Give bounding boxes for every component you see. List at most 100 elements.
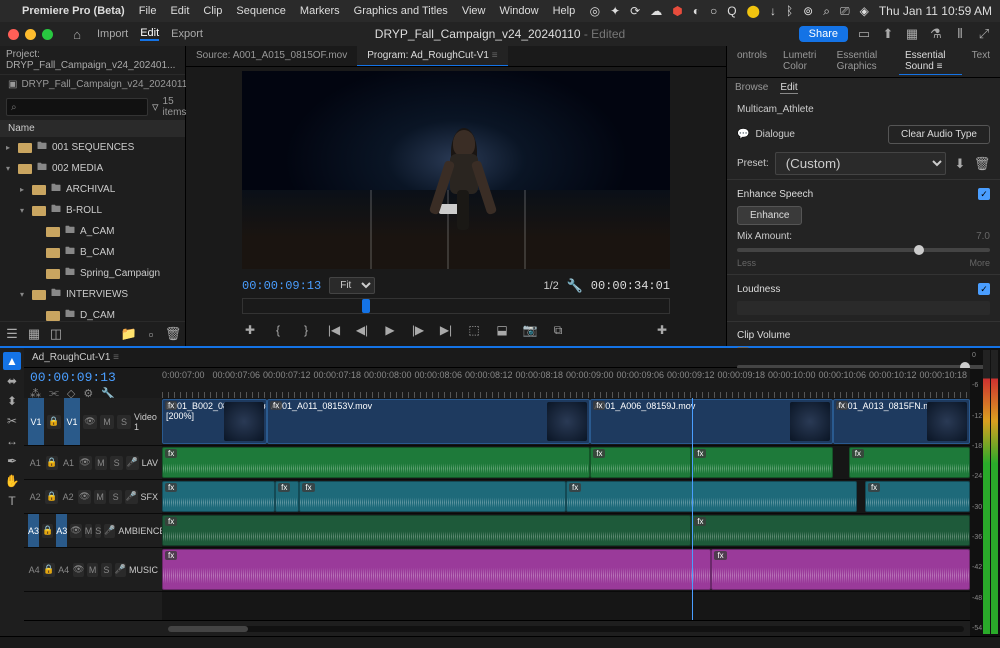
enhance-speech-toggle[interactable]: ✓ — [978, 188, 990, 200]
close-window-button[interactable] — [8, 29, 19, 40]
tab-text[interactable]: Text — [966, 48, 996, 75]
delete-preset-icon[interactable]: 🗑 — [974, 156, 990, 172]
program-timecode-in[interactable]: 00:00:09:13 — [242, 279, 321, 293]
mix-amount-slider[interactable] — [737, 248, 990, 252]
freeform-view-icon[interactable]: ◫ — [48, 326, 64, 342]
timeline-ruler[interactable]: 0:00:07:0000:00:07:0600:00:07:1200:00:07… — [162, 368, 970, 398]
bin-item[interactable]: ▸🖿ARCHIVAL — [0, 179, 185, 200]
bin-item[interactable]: 🖿B_CAM — [0, 242, 185, 263]
quick-export-icon[interactable]: ▭ — [856, 26, 872, 42]
workspace-edit[interactable]: Edit — [140, 27, 159, 41]
menu-sequence[interactable]: Sequence — [236, 5, 286, 17]
slip-tool[interactable]: ↔ — [3, 432, 21, 450]
home-icon[interactable]: ⌂ — [69, 26, 85, 42]
menu-view[interactable]: View — [462, 5, 486, 17]
new-bin-icon[interactable]: 📁 — [121, 326, 137, 342]
preset-select[interactable]: (Custom) — [775, 152, 946, 175]
minimize-window-button[interactable] — [25, 29, 36, 40]
audio-clip[interactable]: fx — [162, 549, 711, 590]
video-clip[interactable]: fx A001_A006_08159J.mov — [590, 399, 832, 444]
menu-edit[interactable]: Edit — [170, 5, 189, 17]
status-icon[interactable]: Q — [727, 4, 736, 18]
track-lane-A2[interactable]: fxfxfxfxfx — [162, 480, 970, 514]
tab-lumetri[interactable]: Lumetri Color — [777, 48, 827, 75]
track-lane-A1[interactable]: fxfxfxfx — [162, 446, 970, 480]
timeline-timecode[interactable]: 00:00:09:13 — [30, 370, 156, 385]
wrench-icon[interactable]: 🔧 — [567, 278, 583, 294]
loudness-toggle[interactable]: ✓ — [978, 283, 990, 295]
enhance-speech-title[interactable]: Enhance Speech — [737, 189, 813, 200]
go-to-in-icon[interactable]: |◀ — [326, 322, 342, 338]
menu-clip[interactable]: Clip — [203, 5, 222, 17]
track-header-A2[interactable]: A2🔒A2👁MS🎤SFX — [24, 480, 162, 514]
track-content[interactable]: fx B001_B002_0815CS.mov [200%]fx A001_A0… — [162, 398, 970, 620]
comparison-icon[interactable]: ⧉ — [550, 322, 566, 338]
project-search-input[interactable] — [6, 98, 148, 116]
search-icon[interactable]: ⌕ — [823, 4, 830, 19]
tab-effect-controls[interactable]: ontrols — [731, 48, 773, 75]
bin-item[interactable]: 🖿A_CAM — [0, 221, 185, 242]
status-icon[interactable]: ☁ — [650, 4, 662, 18]
go-to-out-icon[interactable]: ▶| — [438, 322, 454, 338]
step-forward-icon[interactable]: |▶ — [410, 322, 426, 338]
workspace-export[interactable]: Export — [171, 28, 203, 40]
button-editor-icon[interactable]: ✚ — [654, 322, 670, 338]
track-select-tool[interactable]: ⬌ — [3, 372, 21, 390]
audio-clip[interactable]: fx — [566, 481, 857, 512]
icon-view-icon[interactable]: ▦ — [26, 326, 42, 342]
app-name[interactable]: Premiere Pro (Beta) — [22, 5, 125, 17]
pen-tool[interactable]: ✒ — [3, 452, 21, 470]
video-clip[interactable]: fx A001_A011_08153V.mov — [267, 399, 590, 444]
track-lane-V1[interactable]: fx B001_B002_0815CS.mov [200%]fx A001_A0… — [162, 398, 970, 446]
workspace-icon[interactable]: ▦ — [904, 26, 920, 42]
subtab-edit[interactable]: Edit — [780, 82, 797, 94]
tab-essential-graphics[interactable]: Essential Graphics — [831, 48, 895, 75]
extract-icon[interactable]: ⬓ — [494, 322, 510, 338]
track-header-A1[interactable]: A1🔒A1👁MS🎤LAV — [24, 446, 162, 480]
add-marker-icon[interactable]: ✚ — [242, 322, 258, 338]
wifi-icon[interactable]: ⊚ — [803, 4, 813, 18]
loudness-title[interactable]: Loudness — [737, 284, 780, 295]
tab-essential-sound[interactable]: Essential Sound ≡ — [899, 48, 962, 75]
bin-item[interactable]: ▾🖿INTERVIEWS — [0, 284, 185, 305]
project-tab[interactable]: Project: DRYP_Fall_Campaign_v24_202401..… — [0, 46, 185, 75]
column-header-name[interactable]: Name — [0, 120, 185, 137]
timeline-playhead[interactable] — [692, 398, 693, 620]
zoom-level-select[interactable]: Fit — [329, 277, 375, 294]
status-icon[interactable]: ⬢ — [672, 4, 682, 18]
audio-clip[interactable]: fx — [865, 481, 970, 512]
play-button[interactable]: ▶ — [382, 322, 398, 338]
program-ruler[interactable] — [242, 298, 670, 314]
menu-window[interactable]: Window — [499, 5, 538, 17]
share-button[interactable]: Share — [799, 26, 848, 42]
track-lane-A4[interactable]: fxfx — [162, 548, 970, 592]
track-header-V1[interactable]: V1🔒V1👁MSVideo 1 — [24, 398, 162, 446]
trash-icon[interactable]: 🗑 — [165, 326, 181, 342]
mark-out-icon[interactable]: } — [298, 322, 314, 338]
status-icon[interactable]: ◎ — [590, 4, 600, 18]
program-monitor-tab[interactable]: Program: Ad_RoughCut-V1 ≡ — [357, 46, 507, 66]
lift-icon[interactable]: ⬚ — [466, 322, 482, 338]
selection-tool[interactable]: ▲ — [3, 352, 21, 370]
sliders-icon[interactable]: ⫴ — [952, 26, 968, 42]
audio-clip[interactable]: fx — [299, 481, 566, 512]
menubar-clock[interactable]: Thu Jan 11 10:59 AM — [879, 4, 992, 18]
track-lane-A3[interactable]: fxfx — [162, 514, 970, 548]
subtab-browse[interactable]: Browse — [735, 82, 768, 94]
menu-file[interactable]: File — [139, 5, 157, 17]
menu-markers[interactable]: Markers — [300, 5, 340, 17]
status-icon[interactable]: ↓ — [770, 4, 776, 18]
bluetooth-icon[interactable]: ᛒ — [786, 4, 793, 18]
razor-tool[interactable]: ✂ — [3, 412, 21, 430]
track-header-A4[interactable]: A4🔒A4👁MS🎤MUSIC — [24, 548, 162, 592]
bin-item[interactable]: ▾🖿B-ROLL — [0, 200, 185, 221]
clear-audio-type-button[interactable]: Clear Audio Type — [888, 125, 990, 144]
type-tool[interactable]: T — [3, 492, 21, 510]
project-bin-list[interactable]: ▸🖿001 SEQUENCES▾🖿002 MEDIA▸🖿ARCHIVAL▾🖿B-… — [0, 137, 185, 321]
bin-item[interactable]: ▸🖿001 SEQUENCES — [0, 137, 185, 158]
timeline-zoom-bar[interactable] — [168, 626, 964, 632]
bin-item[interactable]: 🖿D_CAM — [0, 305, 185, 321]
upload-icon[interactable]: ⬆ — [880, 26, 896, 42]
audio-clip[interactable]: fx — [849, 447, 970, 478]
menu-graphics[interactable]: Graphics and Titles — [354, 5, 448, 17]
